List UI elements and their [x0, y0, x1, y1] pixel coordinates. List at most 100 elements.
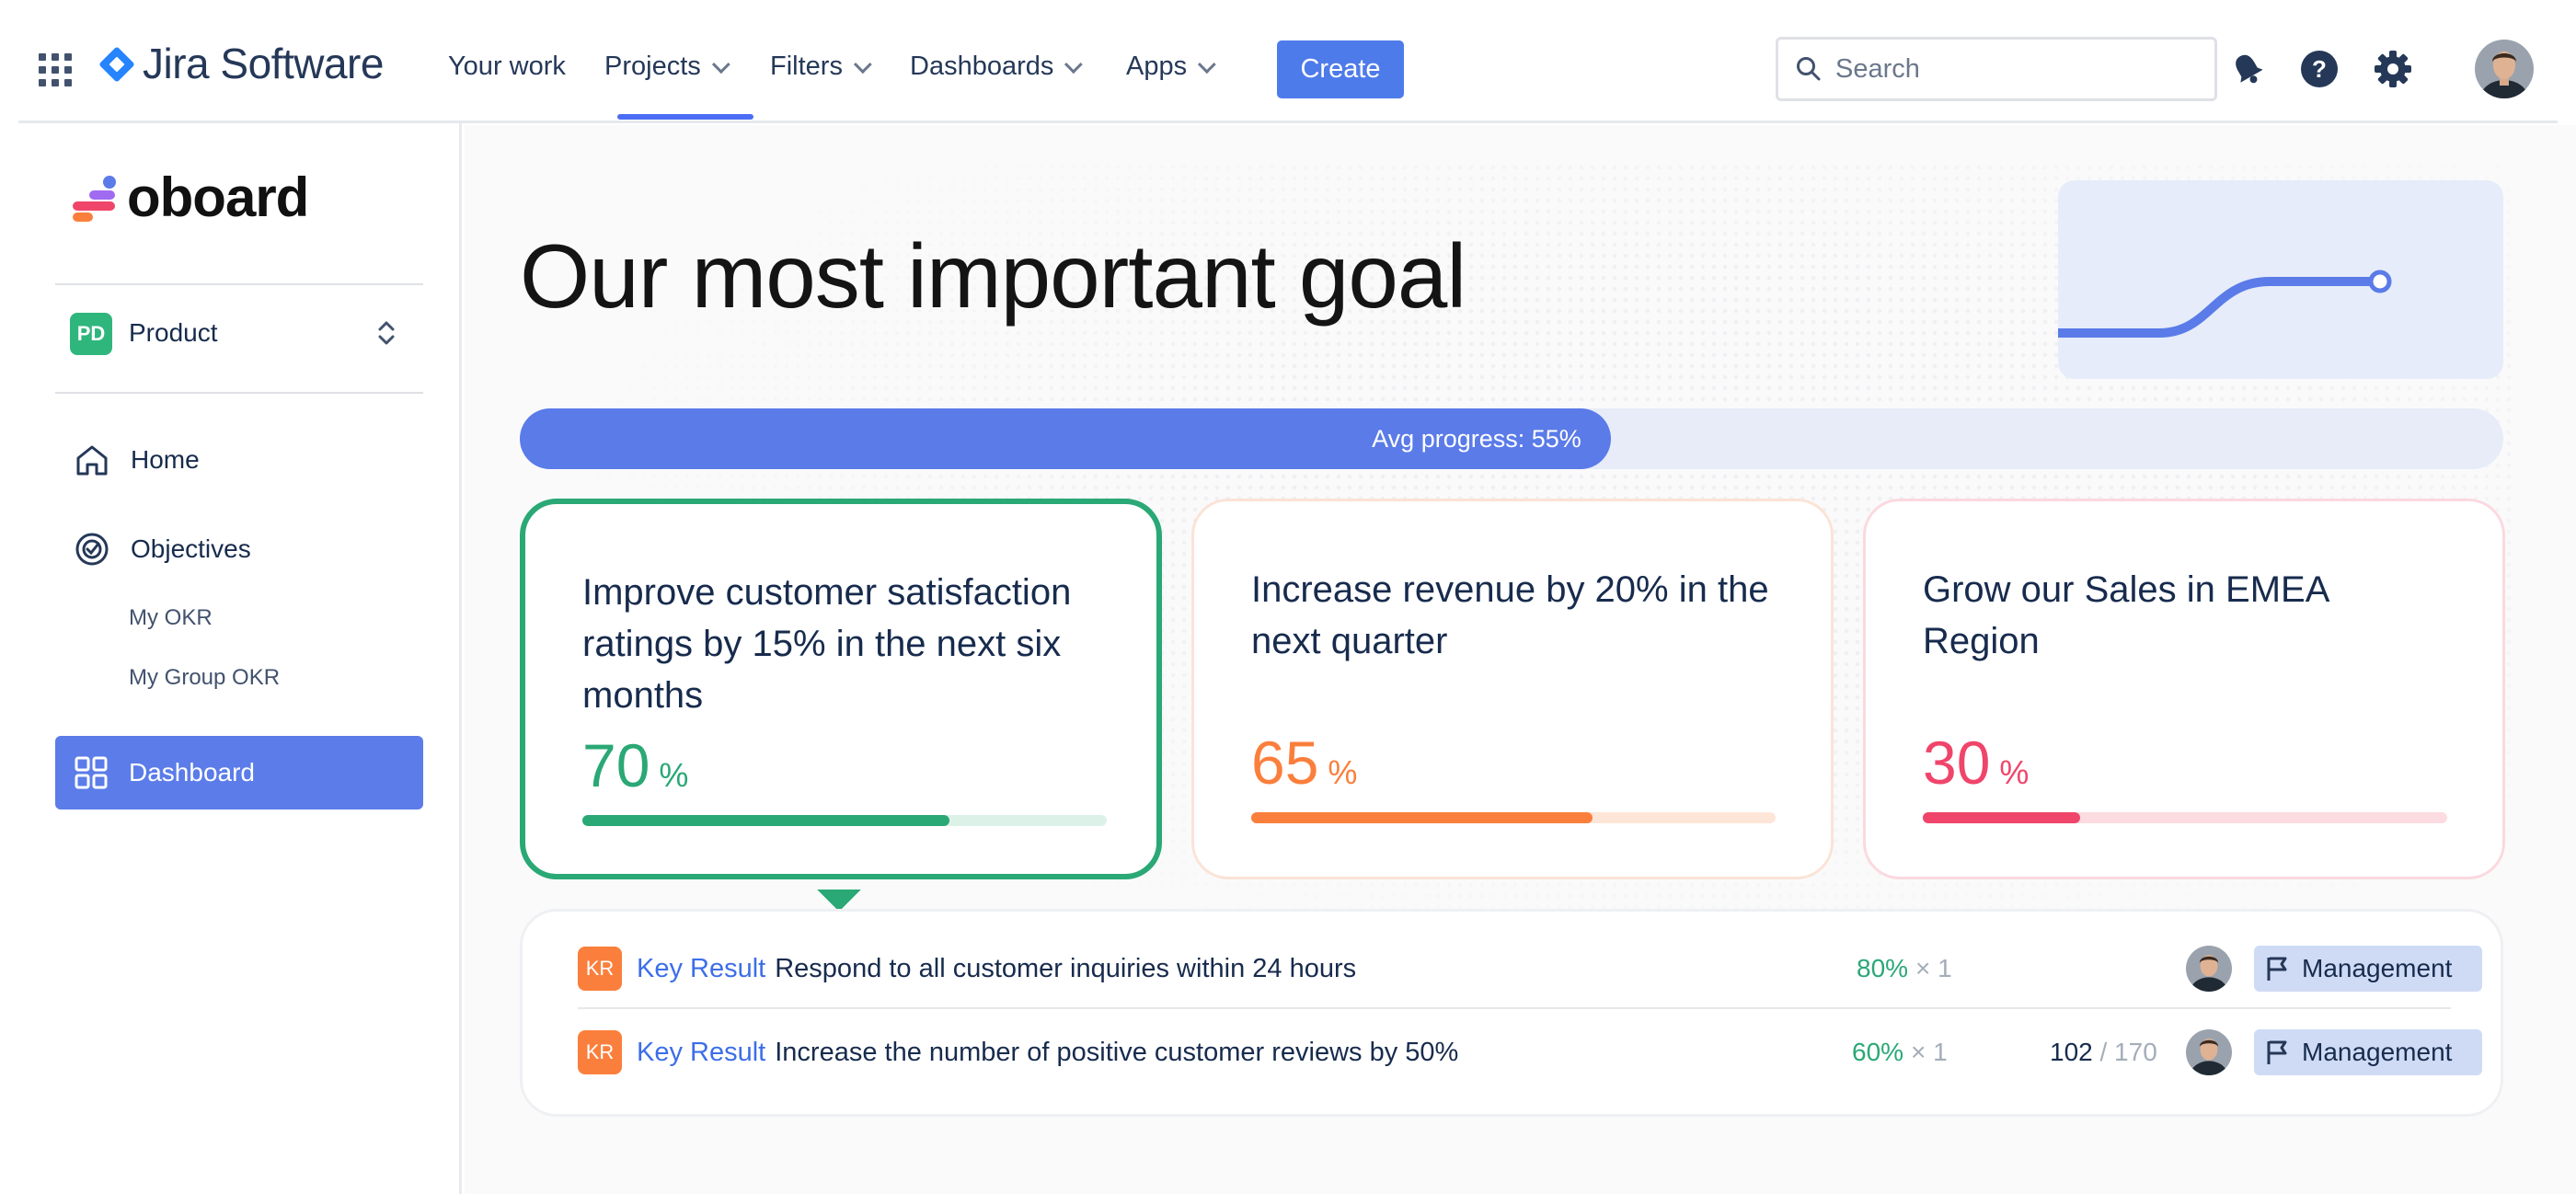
key-result-row[interactable]: KR Key Result Respond to all customer in… [578, 930, 2482, 1009]
trend-illustration [2058, 180, 2503, 379]
user-avatar[interactable] [2475, 40, 2534, 98]
target-value: / 170 [2092, 1038, 2157, 1066]
svg-text:?: ? [2312, 55, 2327, 83]
label-tag[interactable]: Management [2254, 946, 2482, 992]
project-badge[interactable]: PD [70, 313, 112, 355]
key-result-type-link[interactable]: Key Result [637, 1038, 765, 1068]
nav-dashboards[interactable]: Dashboards [910, 52, 1084, 82]
trend-line-icon [2058, 270, 2392, 338]
nav-label: Dashboards [910, 52, 1054, 81]
jira-logo-icon[interactable] [97, 44, 137, 85]
sidebar-item-objectives[interactable]: Objectives [74, 531, 251, 568]
divider [55, 392, 423, 394]
page-title: Our most important goal [520, 225, 1466, 327]
nav-projects[interactable]: Projects [604, 52, 730, 82]
avg-progress-bar: Avg progress: 55% [520, 408, 2503, 469]
key-result-current-target: 102 / 170 [2050, 1038, 2157, 1067]
search-icon [1797, 57, 1821, 81]
percent-value: 65 [1251, 729, 1319, 797]
key-result-title[interactable]: Increase the number of positive customer… [775, 1038, 1458, 1068]
avg-progress-label: Avg progress: 55% [1372, 424, 1581, 453]
project-name[interactable]: Product [129, 318, 218, 348]
key-result-type-link[interactable]: Key Result [637, 954, 765, 984]
objective-percent: 30 % [1923, 728, 2445, 798]
tag-label: Management [2302, 954, 2453, 982]
objective-card[interactable]: Increase revenue by 20% in the next quar… [1191, 499, 1834, 879]
target-icon [75, 533, 109, 566]
kr-badge: KR [578, 947, 622, 991]
create-button[interactable]: Create [1277, 40, 1404, 98]
owner-photo [2186, 1029, 2232, 1075]
help-icon[interactable]: ? [2298, 48, 2340, 90]
oboard-logo-icon[interactable] [69, 175, 121, 223]
chevron-up-down-icon[interactable] [375, 316, 397, 350]
percent-value: 80% [1857, 954, 1909, 982]
key-result-row[interactable]: KR Key Result Increase the number of pos… [578, 1013, 2482, 1092]
chevron-down-icon [711, 54, 730, 74]
nav-your-work[interactable]: Your work [448, 52, 566, 82]
divider [55, 283, 423, 285]
nav-label: Your work [448, 52, 566, 81]
chevron-down-icon [853, 54, 872, 74]
home-icon [76, 445, 108, 476]
notification-icon[interactable] [2226, 48, 2269, 90]
objective-progress-bar [582, 815, 1107, 826]
sidebar-item-home[interactable]: Home [74, 442, 200, 478]
key-results-panel: KR Key Result Respond to all customer in… [520, 909, 2503, 1117]
top-navigation: Jira Software Your work Projects Filters… [18, 0, 2558, 123]
app-name[interactable]: oboard [127, 166, 309, 229]
search-field[interactable] [1776, 37, 2217, 101]
objective-card[interactable]: Grow our Sales in EMEA Region 30 % [1863, 499, 2505, 879]
percent-value: 30 [1923, 729, 1991, 797]
app-switcher-icon[interactable] [39, 53, 72, 86]
flag-icon [2267, 957, 2287, 981]
sidebar-item-label: Objectives [131, 534, 251, 563]
sidebar: oboard PD Product Home Objectives My OKR… [18, 123, 462, 1194]
percent-unit: % [1328, 753, 1358, 791]
nav-label: Projects [604, 52, 701, 81]
dashboard-main: Our most important goal Avg progress: 55… [465, 125, 2576, 1194]
owner-avatar[interactable] [2186, 1029, 2232, 1075]
owner-photo [2186, 946, 2232, 992]
percent-unit: % [659, 756, 689, 794]
kr-badge: KR [578, 1030, 622, 1074]
nav-apps[interactable]: Apps [1126, 52, 1216, 82]
current-value: 102 [2050, 1038, 2093, 1066]
objective-card[interactable]: Improve customer satisfaction ratings by… [520, 499, 1162, 879]
key-result-percent: 80% × 1 [1857, 954, 1952, 983]
app-brand[interactable]: Jira Software [143, 39, 384, 88]
objective-title: Improve customer satisfaction ratings by… [582, 572, 1072, 716]
weight-multiplier: × 1 [1911, 1038, 1948, 1066]
sidebar-item-label: Dashboard [129, 758, 255, 786]
avg-progress-fill: Avg progress: 55% [520, 408, 1611, 469]
objective-title: Grow our Sales in EMEA Region [1923, 569, 2329, 661]
user-photo [2475, 40, 2534, 98]
tag-label: Management [2302, 1038, 2453, 1066]
key-result-title[interactable]: Respond to all customer inquiries within… [775, 954, 1356, 984]
objective-progress-bar [1251, 812, 1776, 823]
objective-percent: 70 % [582, 730, 1099, 800]
objective-progress-bar [1923, 812, 2447, 823]
sidebar-item-my-group-okr[interactable]: My Group OKR [129, 665, 280, 691]
chevron-down-icon [1064, 54, 1084, 74]
sidebar-item-dashboard[interactable]: Dashboard [55, 736, 423, 809]
sidebar-item-my-okr[interactable]: My OKR [129, 605, 213, 631]
key-result-percent: 60% × 1 [1852, 1038, 1948, 1067]
percent-unit: % [1999, 753, 2030, 791]
nav-filters[interactable]: Filters [770, 52, 872, 82]
nav-label: Apps [1126, 52, 1188, 81]
flag-icon [2267, 1040, 2287, 1064]
label-tag[interactable]: Management [2254, 1029, 2482, 1075]
settings-icon[interactable] [2372, 48, 2414, 90]
weight-multiplier: × 1 [1915, 954, 1952, 982]
nav-label: Filters [770, 52, 843, 81]
percent-value: 70 [582, 731, 650, 799]
percent-value: 60% [1852, 1038, 1904, 1066]
objective-progress-fill [1251, 812, 1593, 823]
search-input[interactable] [1835, 53, 2185, 85]
objective-progress-fill [582, 815, 949, 826]
active-nav-indicator [617, 114, 753, 120]
owner-avatar[interactable] [2186, 946, 2232, 992]
chevron-down-icon [1198, 54, 1216, 74]
dashboard-grid-icon [75, 756, 108, 789]
